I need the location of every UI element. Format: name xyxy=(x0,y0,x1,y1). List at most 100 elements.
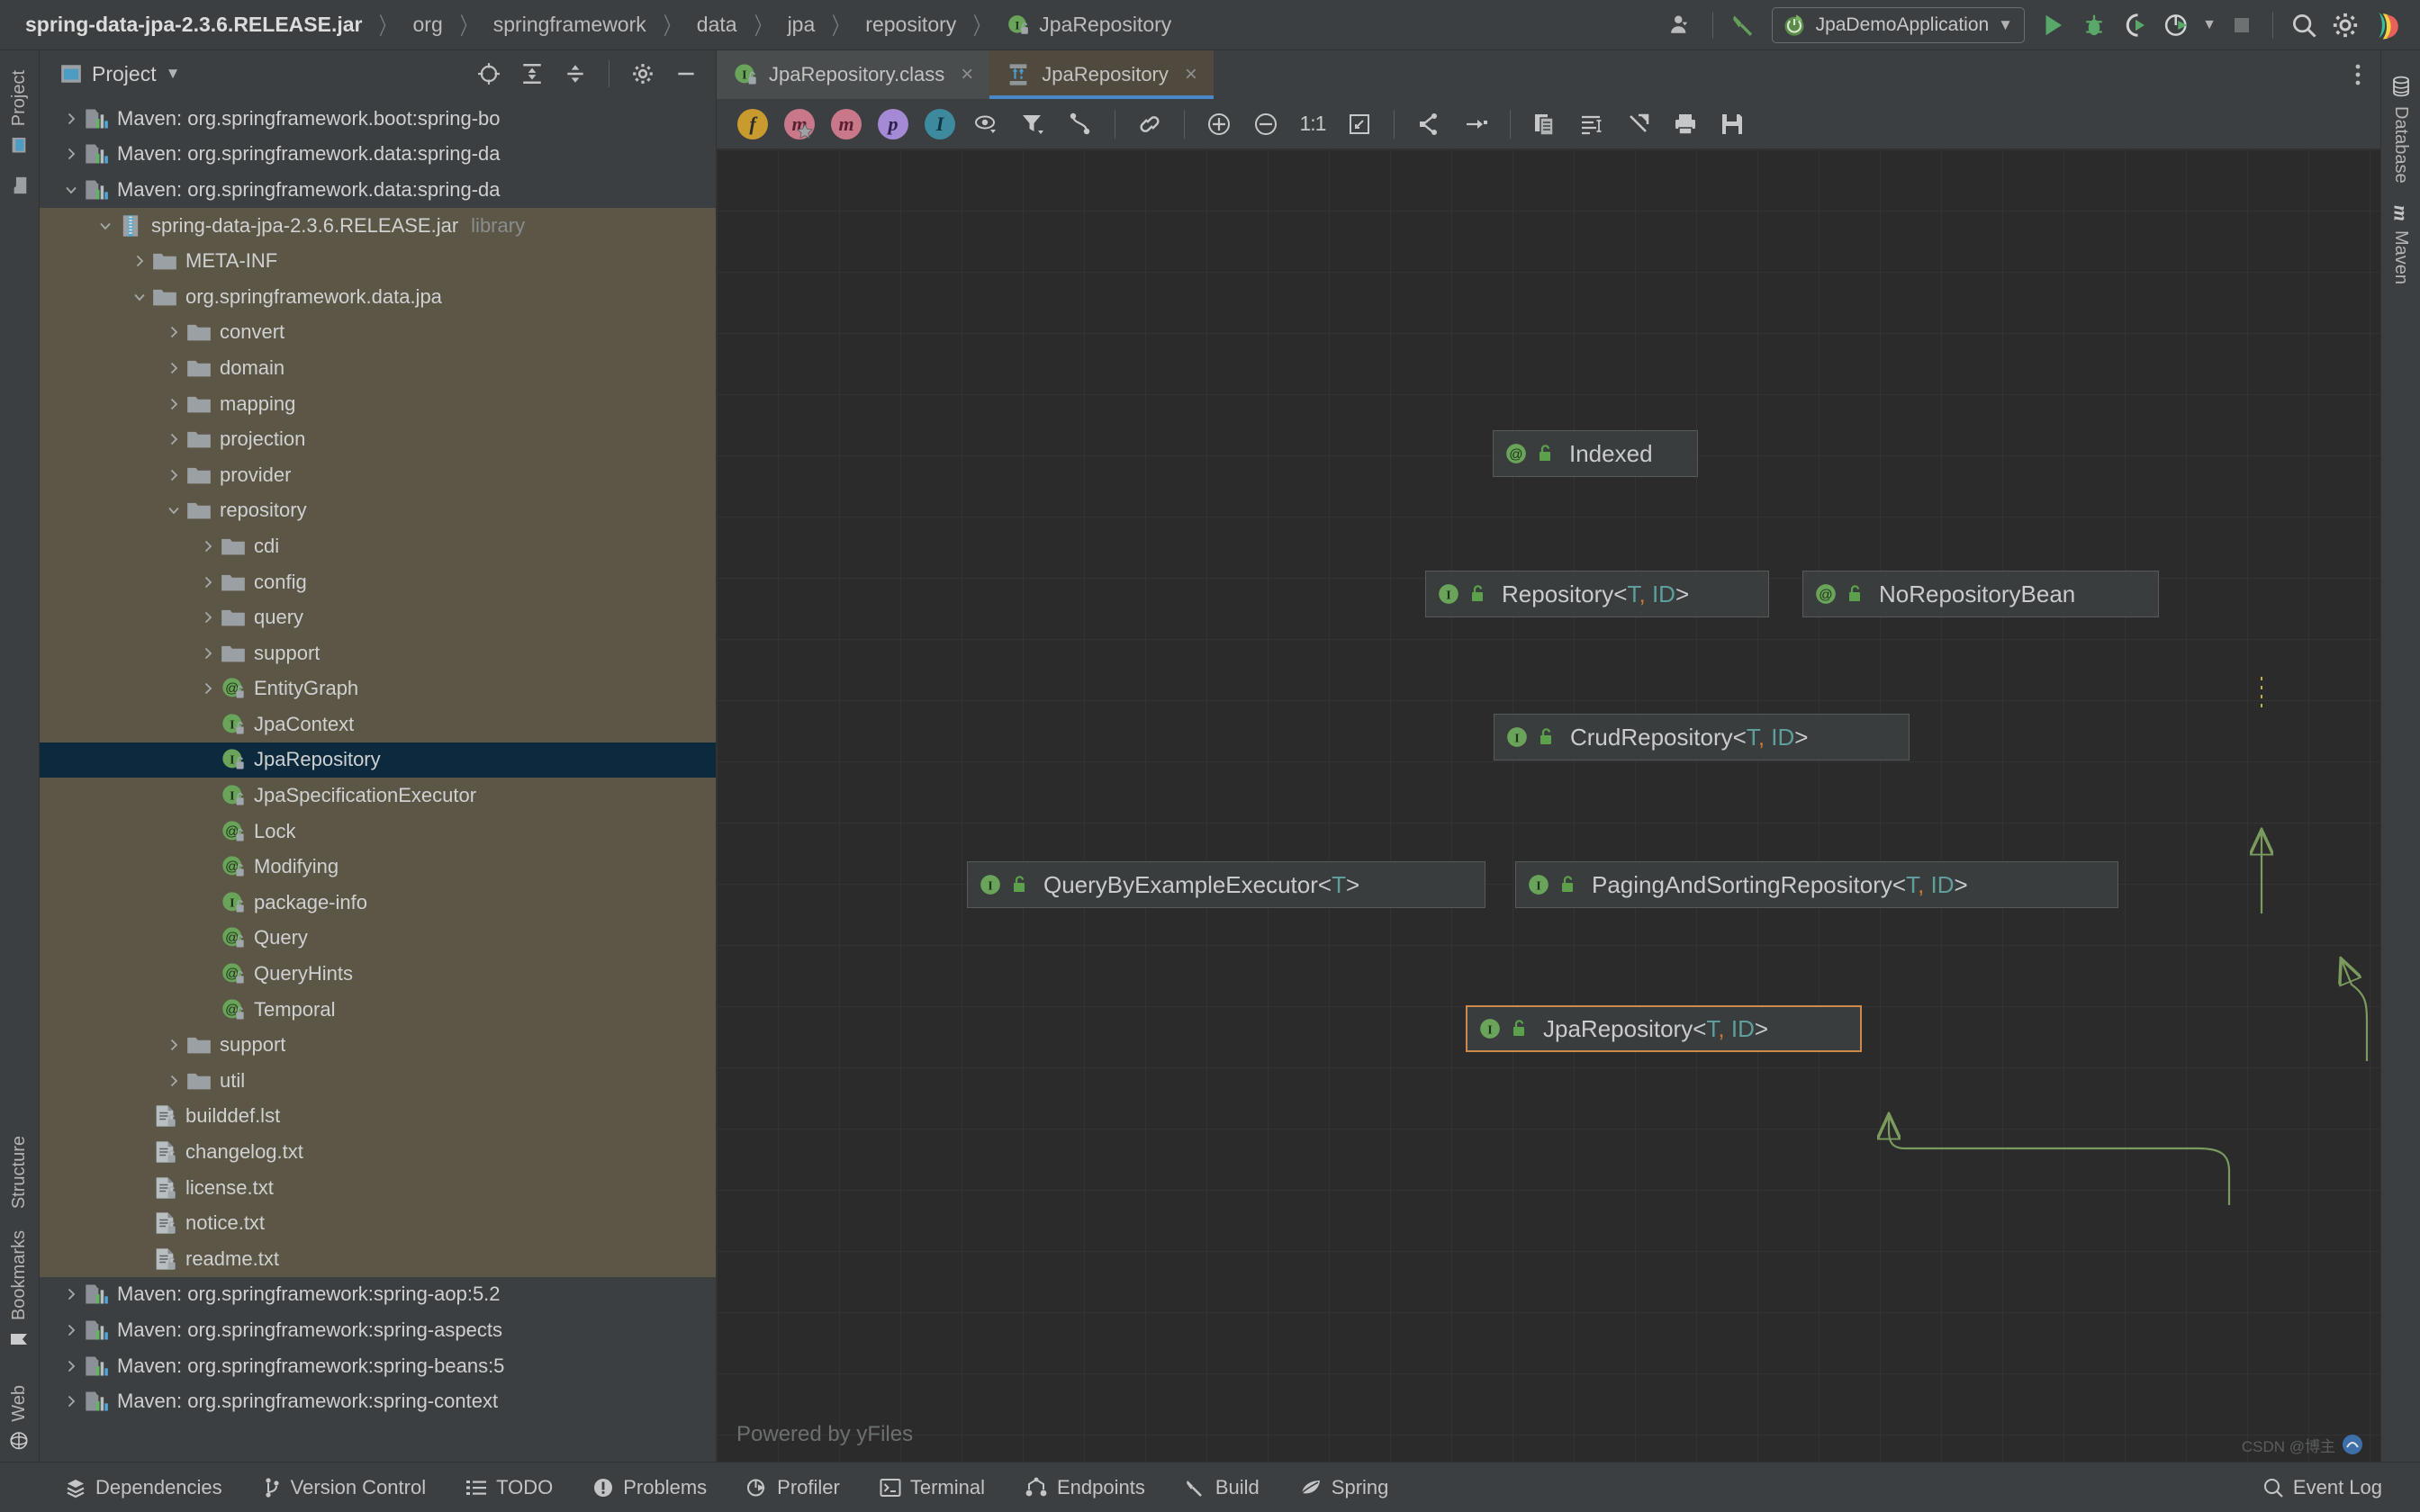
tree-row[interactable]: org.springframework.data.jpa xyxy=(40,278,716,315)
status-bar-item-version-control[interactable]: Version Control xyxy=(242,1476,446,1499)
tree-row[interactable]: @ QueryHints xyxy=(40,956,716,992)
gear-icon[interactable] xyxy=(2325,4,2366,46)
stop-icon[interactable] xyxy=(2221,4,2262,46)
show-outgoing-button[interactable] xyxy=(1452,104,1499,145)
breadcrumb-item[interactable]: I JpaRepository xyxy=(1005,13,1173,38)
profiler-icon[interactable] xyxy=(2156,4,2198,46)
more-options-icon[interactable] xyxy=(2335,50,2380,99)
tree-row[interactable]: query xyxy=(40,599,716,635)
tree-row[interactable]: Maven: org.springframework:spring-contex… xyxy=(40,1383,716,1419)
chevron-right-icon[interactable] xyxy=(162,467,185,483)
edge-mode-button[interactable] xyxy=(1057,104,1104,145)
chevron-right-icon[interactable] xyxy=(196,645,220,662)
tree-row[interactable]: config xyxy=(40,563,716,600)
uml-node[interactable]: @ Indexed xyxy=(1493,430,1698,477)
layout-button[interactable] xyxy=(1568,104,1615,145)
tree-row[interactable]: META-INF xyxy=(40,243,716,279)
chevron-right-icon[interactable] xyxy=(196,609,220,626)
chevron-right-icon[interactable] xyxy=(59,1322,83,1338)
status-bar-item-problems[interactable]: Problems xyxy=(573,1476,727,1499)
tree-row[interactable]: util xyxy=(40,1063,716,1099)
chevron-right-icon[interactable] xyxy=(162,360,185,376)
chevron-right-icon[interactable] xyxy=(59,111,83,127)
tree-row[interactable]: @ Temporal xyxy=(40,991,716,1028)
chevron-right-icon[interactable] xyxy=(162,1037,185,1053)
status-bar-item-build[interactable]: Build xyxy=(1165,1476,1279,1499)
chevron-right-icon[interactable] xyxy=(59,146,83,162)
project-tree[interactable]: Maven: org.springframework.boot:spring-b… xyxy=(40,97,716,1462)
sidebar-item-structure[interactable]: Structure xyxy=(9,1125,30,1220)
breadcrumb-item[interactable]: jpa xyxy=(786,13,817,37)
tree-row[interactable]: I package-info xyxy=(40,885,716,921)
tree-row[interactable]: support xyxy=(40,634,716,671)
breadcrumb-item[interactable]: data xyxy=(695,13,739,37)
status-bar-item-profiler[interactable]: Profiler xyxy=(727,1476,860,1499)
run-with-coverage-icon[interactable] xyxy=(2115,4,2156,46)
sidebar-item-folder[interactable] xyxy=(10,166,30,198)
tree-row[interactable]: notice.txt xyxy=(40,1205,716,1241)
breadcrumb-item[interactable]: springframework xyxy=(492,13,648,37)
expand-all-icon[interactable] xyxy=(515,57,549,91)
status-bar-item-endpoints[interactable]: Endpoints xyxy=(1005,1476,1165,1499)
sidebar-item-web[interactable]: Web xyxy=(9,1360,30,1462)
status-bar-item-terminal[interactable]: Terminal xyxy=(860,1476,1005,1499)
tree-row[interactable]: Maven: org.springframework:spring-aop:5.… xyxy=(40,1277,716,1313)
chevron-down-icon[interactable] xyxy=(94,218,117,234)
search-everywhere-icon[interactable] xyxy=(2283,4,2325,46)
chevron-right-icon[interactable] xyxy=(162,1073,185,1089)
tree-row[interactable]: I JpaSpecificationExecutor xyxy=(40,778,716,814)
tree-row[interactable]: readme.txt xyxy=(40,1241,716,1277)
tree-row[interactable]: repository xyxy=(40,492,716,529)
chevron-down-icon[interactable] xyxy=(162,502,185,518)
breadcrumb-item[interactable]: spring-data-jpa-2.3.6.RELEASE.jar xyxy=(23,13,364,37)
tree-row[interactable]: Maven: org.springframework:spring-beans:… xyxy=(40,1348,716,1384)
show-fields-button[interactable]: f xyxy=(729,104,776,145)
actual-size-button[interactable]: 1:1 xyxy=(1289,104,1336,145)
tree-row[interactable]: mapping xyxy=(40,385,716,422)
collapse-all-icon[interactable] xyxy=(558,57,592,91)
uml-diagram-canvas[interactable]: @ Indexed I Repository<T, ID> @ NoRepositoryB… xyxy=(717,149,2380,1462)
chevron-down-icon[interactable] xyxy=(128,289,151,305)
tree-row[interactable]: @ EntityGraph xyxy=(40,670,716,707)
tree-row[interactable]: support xyxy=(40,1027,716,1064)
debug-icon[interactable] xyxy=(2073,4,2115,46)
breadcrumb-item[interactable]: org xyxy=(411,13,445,37)
chevron-right-icon[interactable] xyxy=(162,324,185,340)
hide-icon[interactable] xyxy=(669,57,703,91)
sidebar-item-database[interactable]: Database xyxy=(2390,65,2411,194)
copy-button[interactable] xyxy=(1522,104,1568,145)
tree-row[interactable]: Maven: org.springframework.data:spring-d… xyxy=(40,137,716,173)
uml-node[interactable]: @ NoRepositoryBean xyxy=(1802,571,2159,617)
tree-row[interactable]: license.txt xyxy=(40,1169,716,1206)
chevron-right-icon[interactable] xyxy=(59,1358,83,1374)
chevron-right-icon[interactable] xyxy=(196,574,220,590)
editor-tab[interactable]: I JpaRepository.class × xyxy=(717,50,990,99)
tree-row[interactable]: Maven: org.springframework.boot:spring-b… xyxy=(40,101,716,137)
zoom-in-button[interactable] xyxy=(1196,104,1242,145)
tree-row[interactable]: Maven: org.springframework:spring-aspect… xyxy=(40,1312,716,1348)
uml-node[interactable]: I CrudRepository<T, ID> xyxy=(1494,714,1910,760)
sidebar-item-maven[interactable]: m Maven xyxy=(2389,194,2413,295)
show-dependencies-button[interactable] xyxy=(1405,104,1452,145)
gear-icon[interactable] xyxy=(626,57,660,91)
chevron-right-icon[interactable] xyxy=(128,253,151,269)
tree-row[interactable]: builddef.lst xyxy=(40,1098,716,1135)
account-icon[interactable] xyxy=(1661,4,1702,46)
tree-row[interactable]: convert xyxy=(40,314,716,351)
status-bar-item-dependencies[interactable]: Dependencies xyxy=(45,1476,242,1499)
tree-row[interactable]: changelog.txt xyxy=(40,1134,716,1170)
status-bar-item-event-log[interactable]: Event Log xyxy=(2243,1476,2402,1499)
show-constructors-button[interactable]: m xyxy=(776,104,823,145)
tree-row[interactable]: projection xyxy=(40,421,716,457)
chevron-right-icon[interactable] xyxy=(162,396,185,412)
export-button[interactable] xyxy=(1615,104,1662,145)
print-button[interactable] xyxy=(1662,104,1709,145)
uml-node[interactable]: I QueryByExampleExecutor<T> xyxy=(967,861,1485,908)
tree-row[interactable]: @ Modifying xyxy=(40,849,716,886)
status-bar-item-spring[interactable]: Spring xyxy=(1279,1476,1409,1499)
uml-node[interactable]: I JpaRepository<T, ID> xyxy=(1466,1005,1862,1052)
chevron-down-icon[interactable] xyxy=(59,182,83,198)
chevron-down-icon[interactable]: ▼ xyxy=(166,65,181,83)
tree-row[interactable]: cdi xyxy=(40,528,716,564)
profiler-chevron-down-icon[interactable]: ▼ xyxy=(2198,4,2221,46)
